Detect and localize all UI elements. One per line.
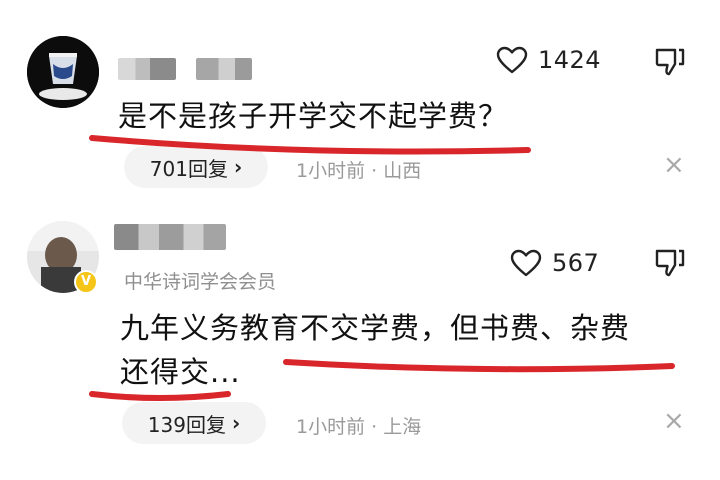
verified-icon: V	[74, 270, 98, 294]
comment-meta-2: 1小时前 · 上海	[296, 416, 422, 438]
chevron-right-icon: ›	[233, 155, 243, 179]
heart-icon	[496, 46, 528, 74]
username-blurred-1b	[196, 58, 252, 80]
user-title: 中华诗词学会会员	[124, 271, 277, 293]
like-count-2: 567	[552, 249, 600, 277]
comment-text-2: 九年义务教育不交学费，但书费、杂费 还得交...	[120, 306, 630, 394]
chevron-right-icon: ›	[231, 411, 241, 435]
dislike-icon[interactable]	[654, 47, 686, 77]
reply-button-1[interactable]: 701回复 ›	[124, 146, 268, 188]
like-button-1[interactable]: 1424	[496, 46, 601, 74]
avatar-user-1[interactable]	[27, 36, 99, 108]
comment-meta-1: 1小时前 · 山西	[296, 160, 422, 182]
comment-text-1: 是不是孩子开学交不起学费？	[118, 94, 508, 138]
reply-count-label: 701回复	[149, 156, 228, 181]
username-blurred-1[interactable]	[118, 58, 176, 80]
close-icon[interactable]: ×	[663, 152, 685, 178]
username-blurred-2[interactable]	[114, 224, 226, 250]
reply-count-label: 139回复	[147, 412, 226, 437]
reply-button-2[interactable]: 139回复 ›	[122, 402, 266, 444]
comment-text-line: 还得交...	[120, 355, 241, 389]
comment-text-line: 九年义务教育不交学费，但书费、杂费	[120, 311, 631, 345]
comment-text-line: 是不是孩子开学交不起学费？	[118, 99, 509, 133]
dislike-icon[interactable]	[654, 248, 686, 278]
like-count-1: 1424	[538, 46, 602, 74]
heart-icon	[510, 249, 542, 277]
close-icon[interactable]: ×	[663, 408, 685, 434]
like-button-2[interactable]: 567	[510, 249, 599, 277]
